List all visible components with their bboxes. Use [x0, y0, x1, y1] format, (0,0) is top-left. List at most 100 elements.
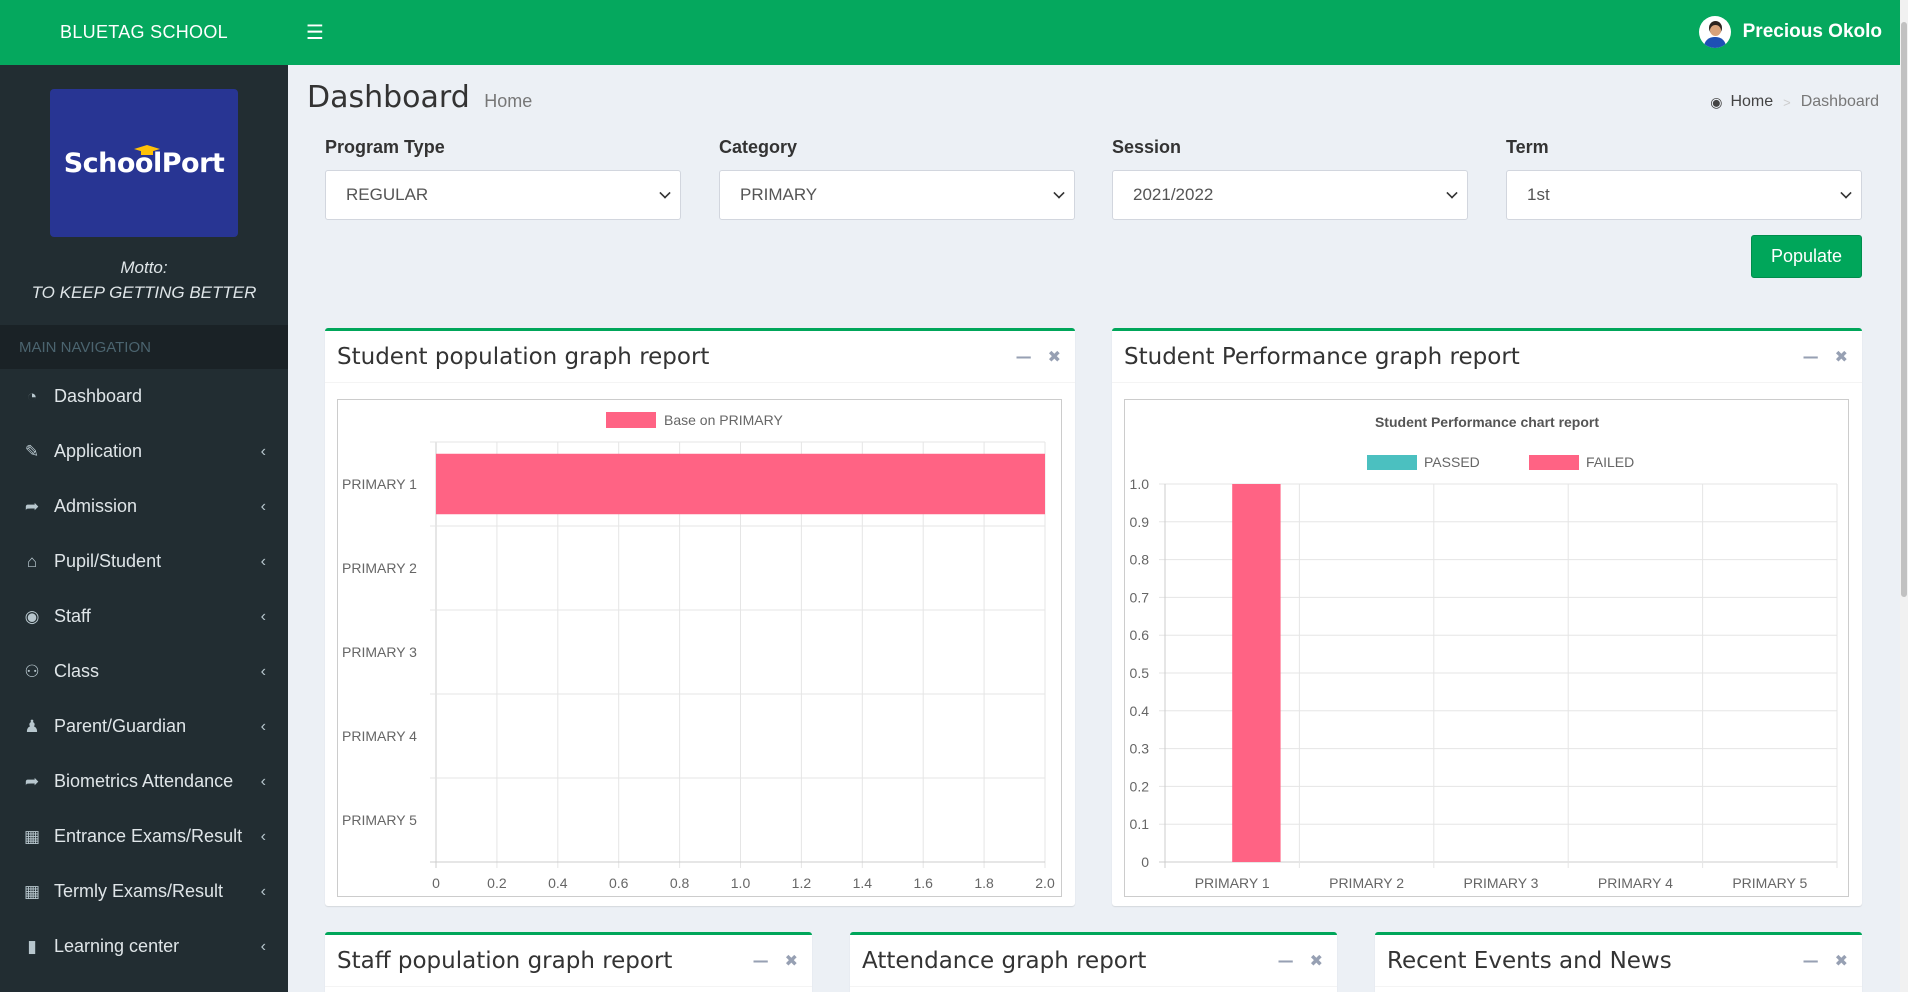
box-header: Student Performance graph report — ✖ — [1112, 331, 1862, 383]
main-navigation: ◔ Dashboard ✎ Application ‹ ➦ Admission ‹ ⌂ Pupil… — [0, 369, 288, 974]
x-tick-label: 1.4 — [853, 875, 873, 891]
session-select[interactable]: 2021/2022 — [1112, 170, 1468, 220]
breadcrumb-separator: > — [1783, 94, 1791, 110]
brand-name[interactable]: BLUETAG SCHOOL — [0, 0, 288, 65]
close-icon[interactable]: ✖ — [785, 951, 798, 970]
sidebar-item-label: Admission — [54, 496, 138, 516]
box-tools: — ✖ — [1803, 951, 1848, 970]
y-tick-label: 0.7 — [1130, 589, 1150, 605]
user-icon: ♟ — [24, 716, 40, 736]
top-navbar: ☰ Precious Okolo — [288, 0, 1908, 65]
chevron-left-icon: ‹ — [260, 937, 266, 955]
chevron-down-icon — [1446, 187, 1458, 199]
x-tick-label: PRIMARY 4 — [1598, 875, 1673, 891]
box-header: Staff population graph report — ✖ — [325, 935, 812, 987]
box-header: Attendance graph report — ✖ — [850, 935, 1337, 987]
chevron-left-icon: ‹ — [260, 497, 266, 515]
y-tick-label: 0.1 — [1130, 816, 1150, 832]
recent-events-box: Recent Events and News — ✖ — [1375, 932, 1862, 992]
close-icon[interactable]: ✖ — [1310, 951, 1323, 970]
user-circle-icon: ◉ — [24, 606, 40, 626]
graduation-cap-icon: ⌂ — [26, 551, 38, 571]
y-tick-label: PRIMARY 4 — [342, 728, 417, 744]
dashboard-icon: ◔ — [26, 386, 38, 406]
sidebar-item-staff[interactable]: ◉ Staff ‹ — [0, 589, 288, 644]
legend-label: FAILED — [1586, 454, 1634, 470]
chart-title: Student Performance chart report — [1375, 414, 1599, 430]
y-tick-label: 0.9 — [1130, 514, 1150, 530]
sidebar-item-admission[interactable]: ➦ Admission ‹ — [0, 479, 288, 534]
chevron-left-icon: ‹ — [260, 607, 266, 625]
close-icon[interactable]: ✖ — [1835, 347, 1848, 366]
y-tick-label: PRIMARY 1 — [342, 476, 417, 492]
x-tick-label: PRIMARY 1 — [1195, 875, 1270, 891]
sidebar-item-biometrics-attendance[interactable]: ➦ Biometrics Attendance ‹ — [0, 754, 288, 809]
term-select[interactable]: 1st — [1506, 170, 1862, 220]
y-tick-label: PRIMARY 2 — [342, 560, 417, 576]
sidebar-item-application[interactable]: ✎ Application ‹ — [0, 424, 288, 479]
box-title: Attendance graph report — [862, 947, 1147, 974]
population-chart-frame: Base on PRIMARY 0 0.2 0.4 0.6 0.8 1.0 1.2 1.4 1.6… — [337, 399, 1062, 897]
chevron-left-icon: ‹ — [260, 717, 266, 735]
scrollbar-thumb[interactable] — [1901, 22, 1907, 597]
minimize-icon[interactable]: — — [1016, 347, 1032, 366]
category-value: PRIMARY — [740, 185, 818, 204]
sidebar-item-learning-center[interactable]: ▮ Learning center ‹ — [0, 919, 288, 974]
program-type-select[interactable]: REGULAR — [325, 170, 681, 220]
performance-chart-frame: Student Performance chart report PASSED FA… — [1124, 399, 1849, 897]
sidebar-item-termly-exams-result[interactable]: ▦ Termly Exams/Result ‹ — [0, 864, 288, 919]
chevron-left-icon: ‹ — [260, 772, 266, 790]
nav-section-title: MAIN NAVIGATION — [0, 325, 288, 369]
legend-swatch — [1367, 455, 1417, 470]
minimize-icon[interactable]: — — [753, 951, 769, 970]
minimize-icon[interactable]: — — [1278, 951, 1294, 970]
y-tick-label: 0 — [1141, 854, 1149, 870]
chevron-left-icon: ‹ — [260, 662, 266, 680]
user-menu[interactable]: Precious Okolo — [1698, 16, 1882, 48]
sidebar-item-label: Application — [54, 441, 143, 461]
minimize-icon[interactable]: — — [1803, 951, 1819, 970]
sidebar-item-label: Class — [54, 661, 100, 681]
sidebar-toggle-icon[interactable]: ☰ — [306, 20, 326, 45]
bar — [436, 453, 1045, 515]
sidebar-item-pupil-student[interactable]: ⌂ Pupil/Student ‹ — [0, 534, 288, 589]
legend-label: PASSED — [1424, 454, 1480, 470]
minimize-icon[interactable]: — — [1803, 347, 1819, 366]
category-select[interactable]: PRIMARY — [719, 170, 1075, 220]
sidebar-item-label: Termly Exams/Result — [54, 881, 224, 901]
page-scrollbar[interactable] — [1900, 0, 1908, 992]
page-subtitle: Home — [484, 91, 533, 111]
close-icon[interactable]: ✖ — [1835, 951, 1848, 970]
y-tick-label: 1.0 — [1130, 476, 1150, 492]
y-tick-label: 0.3 — [1130, 741, 1150, 757]
x-tick-label: 0 — [432, 875, 440, 891]
y-tick-label: 0.6 — [1130, 627, 1150, 643]
sidebar-item-label: Staff — [54, 606, 91, 626]
y-tick-label: PRIMARY 5 — [342, 812, 417, 828]
graduation-cap-icon — [134, 145, 160, 155]
legend-swatch — [606, 412, 656, 428]
chevron-left-icon: ‹ — [260, 882, 266, 900]
sidebar-item-entrance-exams-result[interactable]: ▦ Entrance Exams/Result ‹ — [0, 809, 288, 864]
x-tick-label: PRIMARY 2 — [1329, 875, 1404, 891]
box-title: Recent Events and News — [1387, 947, 1672, 974]
box-header: Recent Events and News — ✖ — [1375, 935, 1862, 987]
page-title: Dashboard — [307, 80, 470, 115]
x-tick-label: 0.6 — [609, 875, 629, 891]
close-icon[interactable]: ✖ — [1048, 347, 1061, 366]
populate-button[interactable]: Populate — [1751, 235, 1862, 278]
motto: Motto: TO KEEP GETTING BETTER — [32, 255, 257, 305]
term-value: 1st — [1527, 185, 1550, 204]
sidebar-item-label: Parent/Guardian — [54, 716, 187, 736]
chevron-left-icon: ‹ — [260, 827, 266, 845]
bar — [1232, 484, 1281, 862]
sidebar-item-dashboard[interactable]: ◔ Dashboard — [0, 369, 288, 424]
box-tools: — ✖ — [1278, 951, 1323, 970]
users-icon: ⚇ — [24, 661, 40, 681]
breadcrumb-home[interactable]: Home — [1730, 93, 1773, 111]
sidebar-item-class[interactable]: ⚇ Class ‹ — [0, 644, 288, 699]
sidebar-item-parent-guardian[interactable]: ♟ Parent/Guardian ‹ — [0, 699, 288, 754]
share-icon: ➦ — [24, 496, 40, 516]
school-info: SchoolPort Motto: TO KEEP GETTING BETTER — [0, 65, 288, 325]
term-filter: Term 1st — [1506, 137, 1862, 220]
